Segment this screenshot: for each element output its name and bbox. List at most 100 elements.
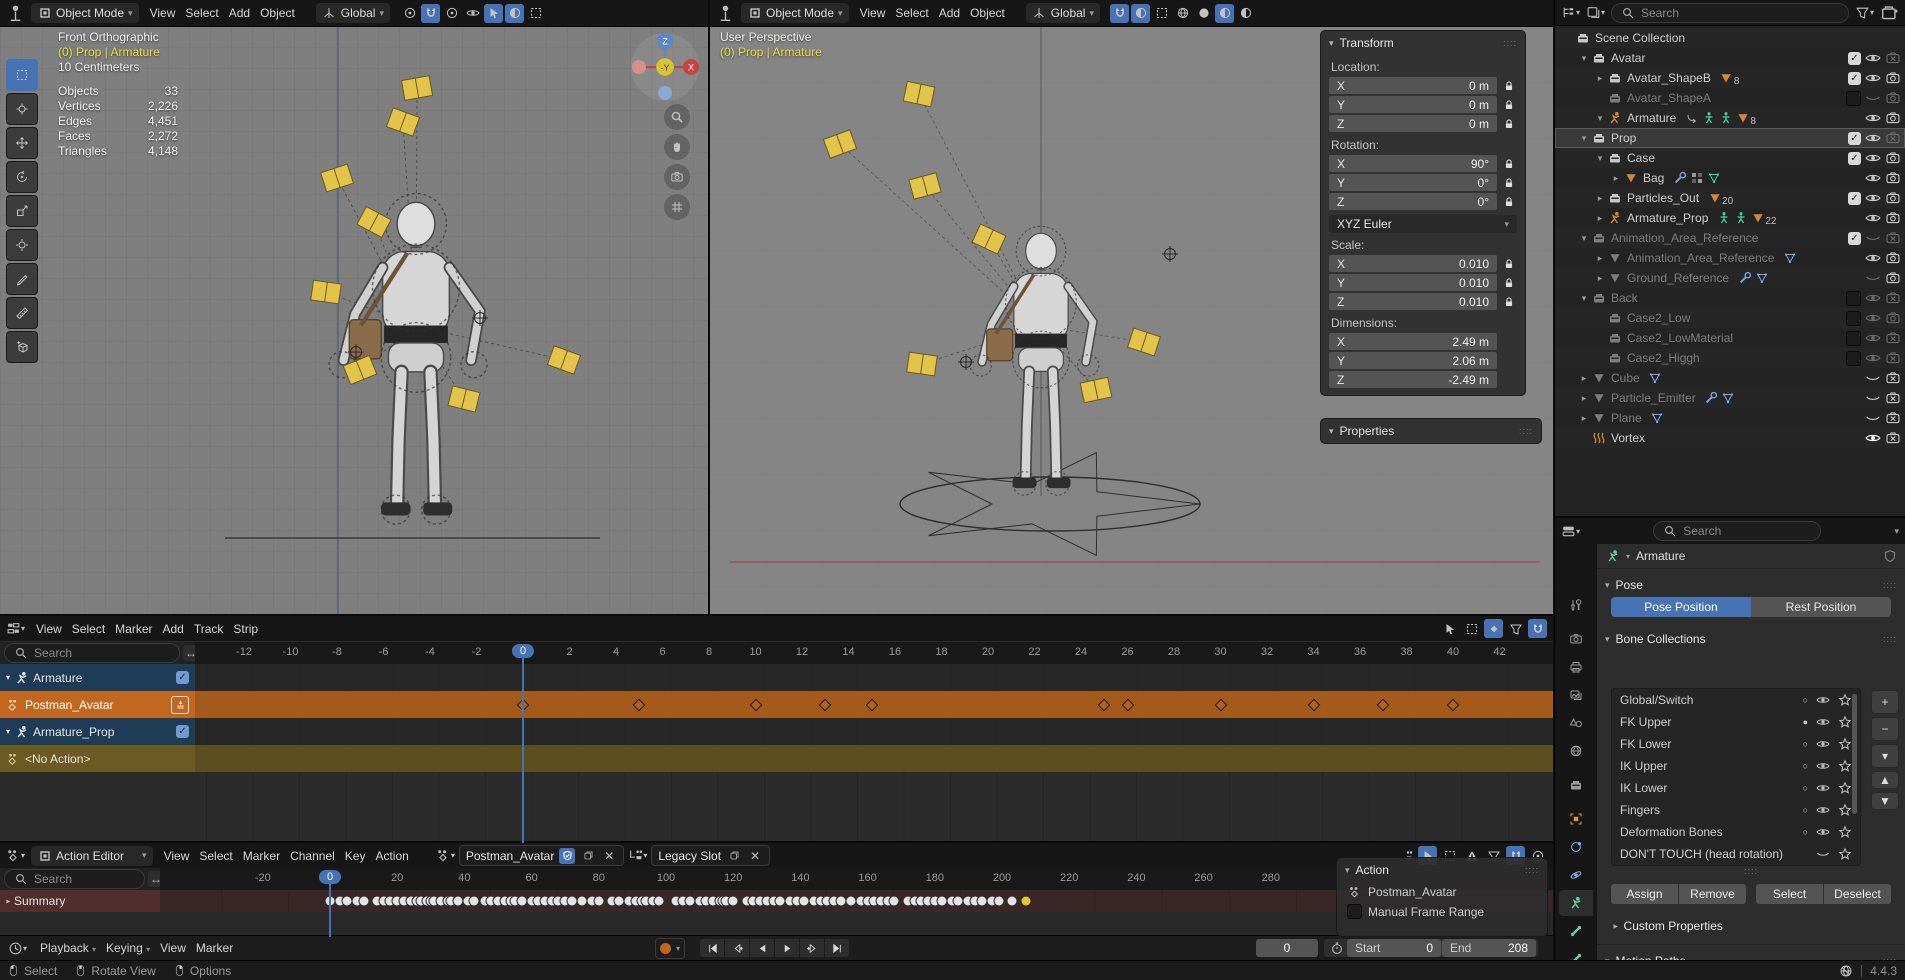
armature-data-icon[interactable]	[1605, 549, 1620, 564]
render-camera-toggle[interactable]	[1885, 210, 1901, 226]
transform-field-dimensions-z[interactable]: Z-2.49 m	[1329, 371, 1497, 388]
expand-chevron-icon[interactable]: ▸	[1593, 213, 1607, 224]
menu-add[interactable]: Add	[158, 620, 189, 638]
current-frame-badge[interactable]: 0	[512, 644, 534, 658]
visibility-eye-toggle[interactable]	[1815, 781, 1830, 796]
nav-camera-view-button[interactable]	[664, 164, 690, 190]
visibility-eye-toggle[interactable]	[1815, 825, 1830, 840]
render-camera-toggle[interactable]	[1885, 270, 1901, 286]
render-camera-toggle[interactable]	[1885, 90, 1901, 106]
viewport-right-canvas[interactable]: User Perspective (0) Prop | Armature ▾Tr…	[710, 26, 1553, 614]
lock-icon[interactable]	[1501, 275, 1517, 291]
hide-eye-toggle[interactable]	[1865, 130, 1881, 146]
remove-collection-button[interactable]: −	[1871, 717, 1899, 741]
snap-magnet-icon[interactable]	[1528, 619, 1547, 638]
hide-eye-toggle[interactable]	[1865, 90, 1881, 106]
select-visibility-icon[interactable]	[463, 4, 482, 23]
nla-search-input[interactable]: Search	[4, 643, 180, 663]
properties-tab-world[interactable]	[1559, 738, 1593, 764]
nla-track-0[interactable]	[195, 664, 1553, 691]
panel-grip[interactable]: ::::	[1503, 38, 1517, 48]
frame-start-field[interactable]: Start0	[1347, 939, 1441, 957]
properties-tab-physics[interactable]	[1559, 862, 1593, 888]
tool-select-box[interactable]	[6, 59, 38, 91]
favorite-star-toggle[interactable]	[1837, 693, 1852, 708]
overlays-toggle-icon[interactable]	[505, 4, 524, 23]
tool-scale[interactable]	[6, 195, 38, 227]
tool-add-cube[interactable]	[6, 331, 38, 363]
summary-keyframe[interactable]	[728, 896, 739, 907]
hide-eye-toggle[interactable]	[1865, 250, 1881, 266]
nla-editor-icon[interactable]: ▾	[6, 619, 25, 638]
transform-field-location-x[interactable]: X0 m	[1329, 77, 1497, 94]
box-select-icon[interactable]	[1462, 619, 1481, 638]
outliner-row-case2-higgh[interactable]: Case2_Higgh	[1555, 348, 1905, 368]
collection-checkbox[interactable]	[1846, 351, 1861, 366]
playhead[interactable]	[329, 883, 331, 937]
copy-icon[interactable]	[580, 848, 596, 864]
bone-collection-ik-lower[interactable]: IK Lower○	[1612, 777, 1860, 799]
render-camera-toggle[interactable]	[1885, 390, 1901, 406]
tool-move[interactable]	[6, 127, 38, 159]
menu-select[interactable]: Select	[194, 847, 237, 865]
hide-eye-toggle[interactable]	[1865, 310, 1881, 326]
render-camera-toggle[interactable]	[1885, 330, 1901, 346]
cursor-tool-icon[interactable]	[1440, 619, 1459, 638]
expand-chevron-icon[interactable]: ▾	[6, 727, 10, 736]
bone-collection-fingers[interactable]: Fingers○	[1612, 799, 1860, 821]
properties-tab-scene[interactable]	[1559, 710, 1593, 736]
lock-icon[interactable]	[1501, 97, 1517, 113]
collection-checkbox[interactable]: ✓	[1848, 152, 1861, 165]
fake-user-shield-icon[interactable]	[559, 848, 575, 864]
solo-dot-toggle[interactable]: ○	[1803, 783, 1808, 793]
expand-chevron-icon[interactable]: ▾	[1593, 113, 1607, 124]
hide-eye-toggle[interactable]	[1865, 170, 1881, 186]
menu-view[interactable]: View	[155, 939, 191, 957]
hide-eye-toggle[interactable]	[1865, 390, 1881, 406]
solo-dot-toggle[interactable]: ○	[1803, 695, 1808, 705]
solo-dot-toggle[interactable]: ○	[1803, 761, 1808, 771]
menu-object[interactable]: Object	[255, 4, 300, 22]
outliner-row-animation-area-reference[interactable]: ▾Animation_Area_Reference✓	[1555, 228, 1905, 248]
render-camera-toggle[interactable]	[1885, 170, 1901, 186]
transform-pivot-icon[interactable]	[400, 4, 419, 23]
copy-icon[interactable]	[726, 848, 742, 864]
channel-checkbox[interactable]: ✓	[176, 671, 189, 684]
hide-eye-toggle[interactable]	[1865, 230, 1881, 246]
favorite-star-toggle[interactable]	[1837, 737, 1852, 752]
nav-grid-ortho-button[interactable]	[664, 194, 690, 220]
jump-end-button[interactable]	[825, 939, 849, 957]
menu-select[interactable]: Select	[67, 620, 110, 638]
expand-chevron-icon[interactable]: ▸	[1577, 413, 1591, 424]
transform-field-location-z[interactable]: Z0 m	[1329, 115, 1497, 132]
bone-collections-header[interactable]: ▾Bone Collections::::	[1597, 627, 1905, 651]
menu-add[interactable]: Add	[224, 4, 255, 22]
transform-field-rotation-y[interactable]: Y0°	[1329, 174, 1497, 191]
solo-dot-toggle[interactable]: ○	[1803, 827, 1808, 837]
bone-collection-deformation-bones[interactable]: Deformation Bones○	[1612, 821, 1860, 843]
visibility-eye-toggle[interactable]	[1815, 803, 1830, 818]
filter-funnel-icon[interactable]	[1506, 619, 1525, 638]
render-camera-toggle[interactable]	[1885, 350, 1901, 366]
expand-chevron-icon[interactable]: ▾	[1577, 53, 1591, 64]
collection-checkbox[interactable]	[1846, 331, 1861, 346]
visibility-eye-toggle[interactable]	[1815, 759, 1830, 774]
properties-editor-icon[interactable]: ▾	[1561, 522, 1580, 541]
current-frame-badge[interactable]: 0	[319, 870, 341, 884]
editor-type-icon[interactable]	[716, 4, 735, 23]
outliner-editor-icon[interactable]: ▾	[1561, 3, 1580, 22]
shading-wireframe-icon[interactable]	[1173, 4, 1192, 23]
fake-user-shield-icon[interactable]	[1882, 549, 1897, 564]
properties-tab-object-data[interactable]	[1559, 890, 1593, 916]
tool-rotate[interactable]	[6, 161, 38, 193]
expand-chevron-icon[interactable]: ▸	[1609, 173, 1623, 184]
expand-chevron-icon[interactable]: ▸	[1593, 193, 1607, 204]
properties-tab-object[interactable]	[1559, 806, 1593, 832]
render-camera-toggle[interactable]	[1885, 250, 1901, 266]
outliner-row-particles-out[interactable]: ▸Particles_Out20✓	[1555, 188, 1905, 208]
expand-chevron-icon[interactable]: ▸	[1577, 393, 1591, 404]
lock-icon[interactable]	[1501, 156, 1517, 172]
panel-grip[interactable]: ::::	[1519, 426, 1533, 436]
properties-tab-constraints[interactable]	[1559, 834, 1593, 860]
tool-annotate[interactable]	[6, 263, 38, 295]
